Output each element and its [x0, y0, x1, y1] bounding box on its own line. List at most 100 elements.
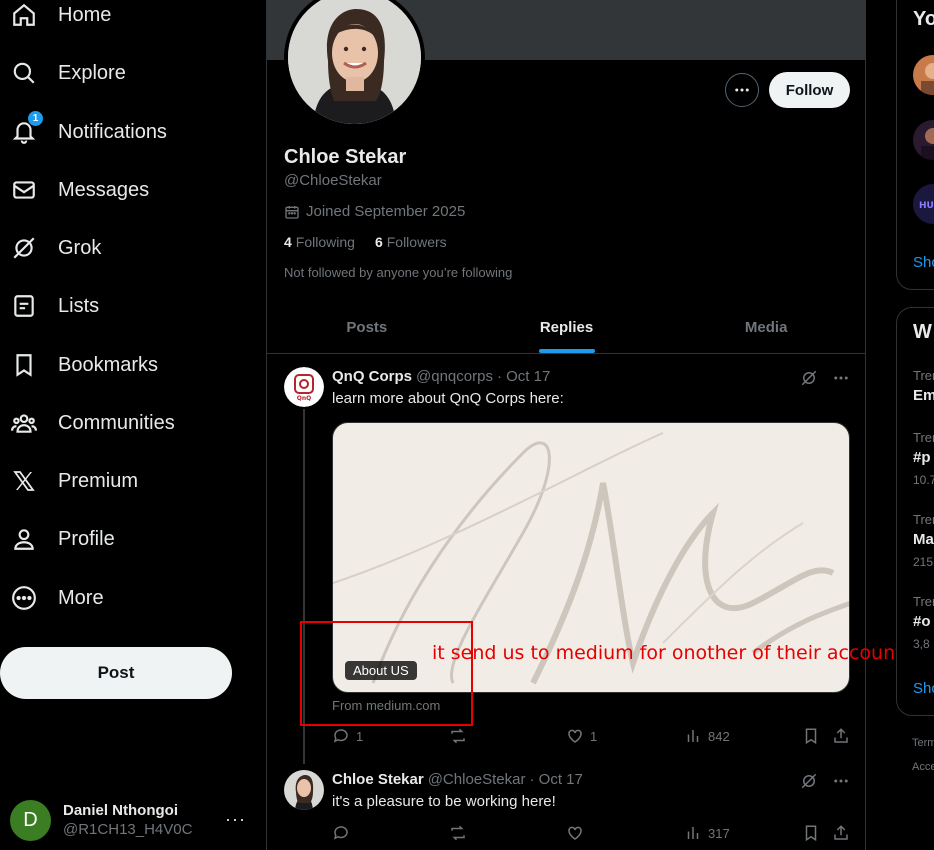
tweet-text: it's a pleasure to be working here! — [332, 793, 556, 810]
ellipsis-icon[interactable] — [832, 369, 850, 387]
people-icon — [10, 409, 38, 437]
trend-count: 215 — [913, 555, 934, 569]
tab-replies[interactable]: Replies — [467, 302, 667, 353]
like-button[interactable] — [566, 824, 584, 842]
repost-button[interactable] — [448, 727, 468, 745]
bell-icon: 1 — [10, 111, 43, 146]
bookmark-button[interactable] — [802, 727, 820, 745]
tweet-author[interactable]: Chloe Stekar — [332, 771, 424, 788]
nav-messages[interactable]: Messages — [10, 168, 149, 212]
followers-link[interactable]: 6 Followers — [375, 234, 447, 250]
joined-text: Joined September 2025 — [306, 203, 466, 220]
following-link[interactable]: 4 Following — [284, 234, 355, 250]
tab-media[interactable]: Media — [666, 302, 866, 353]
thread-line — [303, 409, 305, 764]
avatar[interactable] — [284, 770, 324, 810]
trend-category: Tren — [913, 368, 934, 383]
profile-display-name: Chloe Stekar — [284, 146, 407, 168]
avatar[interactable] — [913, 55, 934, 95]
left-navigation: Home Explore 1 Notifications Messages Gr… — [0, 0, 266, 850]
trend-count: 10.7 — [913, 473, 934, 487]
share-button[interactable] — [832, 727, 850, 745]
more-icon[interactable]: ··· — [225, 809, 246, 830]
profile-avatar[interactable] — [284, 0, 425, 128]
reply-icon — [333, 826, 348, 840]
list-icon — [10, 292, 38, 320]
tweet-author[interactable]: QnQ Corps — [332, 368, 412, 385]
person-icon — [10, 525, 38, 553]
nav-communities[interactable]: Communities — [10, 401, 175, 445]
not-followed-note: Not followed by anyone you’re following — [284, 265, 513, 280]
tweet-date[interactable]: · Oct 17 — [497, 368, 550, 385]
trend-name[interactable]: #o — [913, 613, 931, 630]
tweet-handle[interactable]: @qnqcorps — [416, 368, 493, 385]
nav-more[interactable]: More — [10, 576, 104, 620]
trend-name[interactable]: Em — [913, 387, 934, 404]
repost-button[interactable] — [448, 824, 468, 842]
like-button[interactable]: 1 — [566, 727, 597, 745]
views-button[interactable]: 842 — [684, 727, 730, 745]
trend-category: Tren — [913, 512, 934, 527]
views-count: 842 — [708, 728, 730, 744]
tweet-handle[interactable]: @ChloeStekar — [428, 771, 526, 788]
tweet-date[interactable]: · Oct 17 — [529, 771, 582, 788]
nav-notifications[interactable]: 1 Notifications — [10, 110, 167, 154]
show-more-link[interactable]: Sho — [913, 254, 934, 271]
nav-lists[interactable]: Lists — [10, 284, 99, 328]
views-button[interactable]: 317 — [684, 824, 730, 842]
follow-button[interactable]: Follow — [769, 72, 850, 108]
share-button[interactable] — [832, 824, 850, 842]
bookmark-icon — [805, 825, 817, 842]
bookmark-button[interactable] — [802, 824, 820, 842]
account-switcher[interactable]: D Daniel Nthongoi @R1CH13_H4V0C ··· — [10, 797, 260, 843]
panel-title: W — [913, 321, 932, 343]
card-source[interactable]: From medium.com — [332, 698, 440, 713]
nav-profile[interactable]: Profile — [10, 517, 115, 561]
grok-icon[interactable] — [800, 772, 818, 790]
tweet-text: learn more about QnQ Corps here: — [332, 390, 564, 407]
joined-date: Joined September 2025 — [284, 203, 465, 220]
avatar[interactable] — [913, 120, 934, 160]
profile-main-column: Follow Chloe Stekar @ChloeStekar Joined … — [266, 0, 866, 850]
reply-button[interactable] — [332, 824, 350, 842]
footer-accessibility-link[interactable]: Acce — [912, 761, 934, 773]
footer-terms-link[interactable]: Term — [912, 737, 934, 749]
ellipsis-icon[interactable] — [832, 772, 850, 790]
tab-posts[interactable]: Posts — [267, 302, 467, 353]
envelope-icon — [10, 176, 38, 204]
nav-bookmarks[interactable]: Bookmarks — [10, 343, 158, 387]
followers-count: 6 — [374, 234, 383, 250]
nav-label: Messages — [58, 178, 150, 201]
avatar[interactable]: HUN — [913, 184, 934, 224]
nav-label: Explore — [58, 61, 126, 84]
tweet-header-icons — [800, 772, 850, 790]
post-button[interactable]: Post — [0, 647, 232, 699]
trend-name[interactable]: #p — [913, 449, 931, 466]
avatar: D — [10, 799, 51, 841]
share-icon — [834, 728, 848, 743]
nav-label: Home — [58, 3, 112, 26]
profile-more-button[interactable] — [725, 73, 759, 107]
nav-explore[interactable]: Explore — [10, 51, 126, 95]
reply-icon — [333, 729, 348, 743]
following-label: Following — [295, 234, 355, 250]
followers-label: Followers — [386, 234, 447, 250]
trend-count: 3,8 — [913, 637, 930, 651]
bar-chart-icon — [687, 827, 699, 839]
tweet[interactable]: Chloe Stekar @ChloeStekar · Oct 17 it's … — [267, 758, 866, 850]
reply-button[interactable]: 1 — [332, 727, 363, 745]
who-to-follow-panel: Yo HUN Sho — [896, 0, 934, 290]
trend-name[interactable]: Ma — [913, 531, 934, 548]
ellipsis-icon — [735, 88, 749, 92]
nav-premium[interactable]: Premium — [10, 459, 138, 503]
trends-panel: W Tren Em Tren #p 10.7 Tren Ma 215 Tren … — [896, 307, 934, 716]
grok-icon[interactable] — [800, 369, 818, 387]
show-more-link[interactable]: Sho — [913, 680, 934, 697]
nav-label: Grok — [58, 236, 102, 259]
account-name: Daniel Nthongoi — [63, 802, 178, 819]
nav-home[interactable]: Home — [10, 0, 111, 37]
nav-grok[interactable]: Grok — [10, 226, 101, 270]
heart-icon — [568, 826, 582, 840]
svg-text:HUN: HUN — [919, 201, 934, 211]
avatar[interactable]: QnQ — [284, 367, 324, 407]
